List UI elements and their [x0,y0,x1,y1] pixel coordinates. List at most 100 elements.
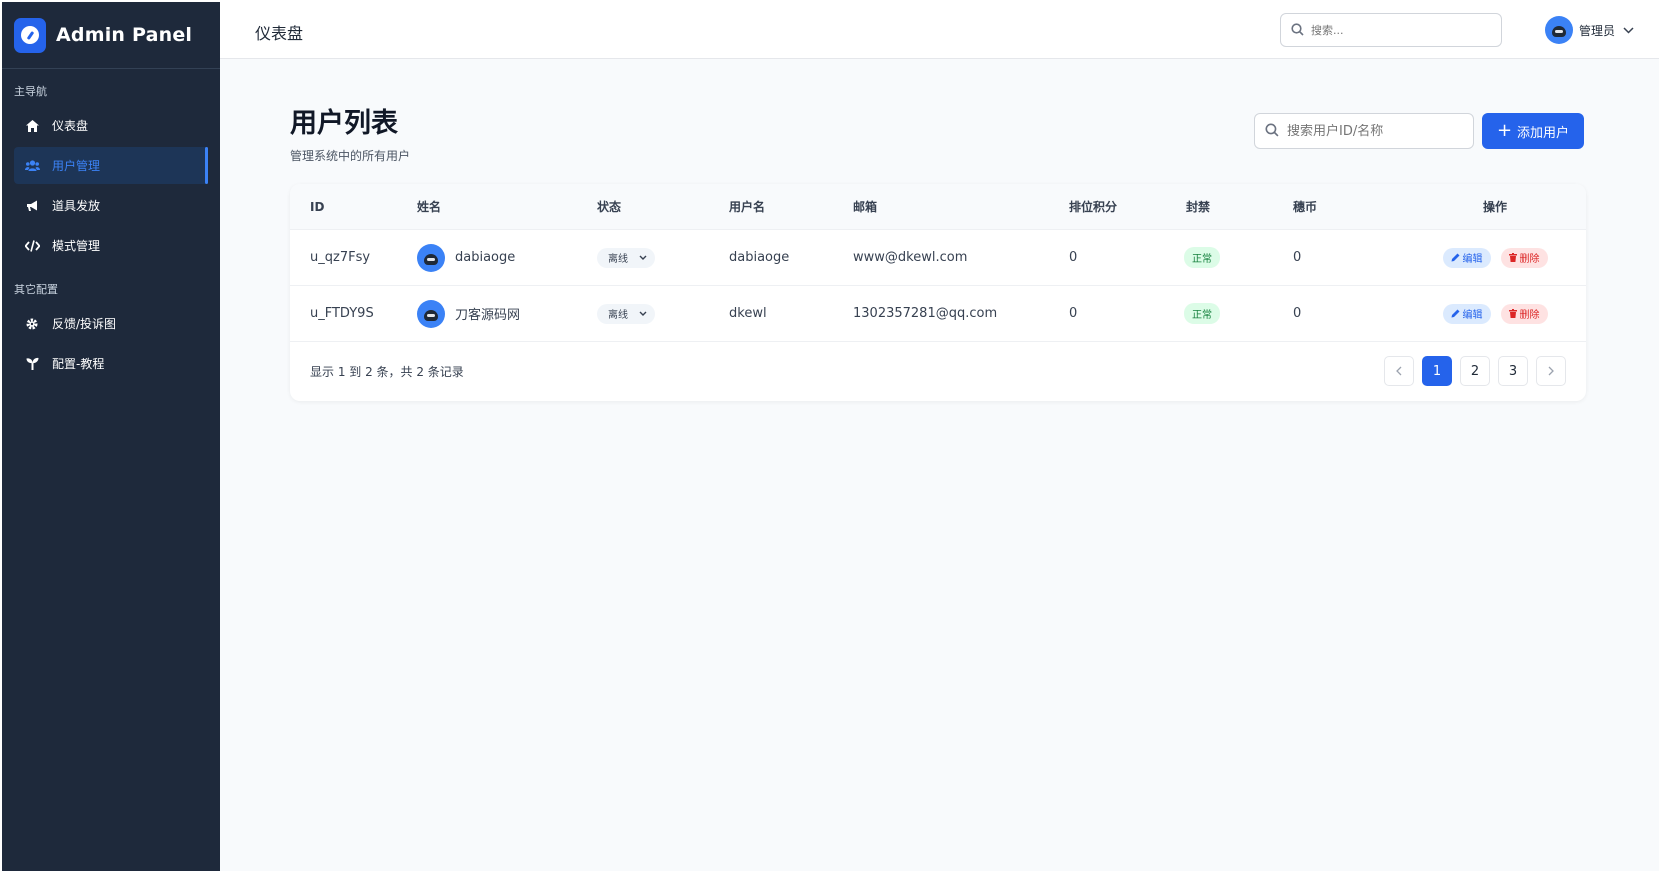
sidebar-item-label: 配置-教程 [52,357,105,371]
sidebar-item-modes[interactable]: 模式管理 [14,227,208,264]
delete-label: 删除 [1519,310,1540,321]
column-header[interactable]: 封禁 [1186,184,1293,229]
status-value: 离线 [608,310,628,321]
prev-page-button[interactable] [1384,356,1414,386]
brand-title: Admin Panel [56,24,193,46]
rank-score: 0 [1069,306,1078,321]
status-value: 离线 [608,254,628,265]
column-header[interactable]: ID [290,184,417,229]
avatar [417,243,445,272]
page-subtitle: 管理系统中的所有用户 [290,149,411,163]
column-header[interactable]: 穗币 [1293,184,1405,229]
pencil-icon [1451,253,1459,262]
sidebar-item-feedback[interactable]: 反馈/投诉图 [14,305,208,342]
pencil-icon [1451,309,1459,318]
topbar-title: 仪表盘 [255,24,304,43]
add-user-button[interactable]: + 添加用户 [1482,113,1584,149]
edit-label: 编辑 [1462,310,1483,321]
column-header[interactable]: 用户名 [729,184,853,229]
actions-cell: 编辑 删除 [1405,230,1585,285]
column-header[interactable]: 状态 [597,184,729,229]
user-id: u_FTDY9S [310,306,374,321]
delete-label: 删除 [1519,254,1540,265]
chevron-down-icon [639,308,647,319]
chevron-right-icon [1548,366,1554,376]
status-cell: 离线 [597,286,729,341]
chevron-left-icon [1396,366,1402,376]
brand[interactable]: Admin Panel [2,2,220,69]
avatar [1545,16,1573,44]
coin-balance: 0 [1293,306,1302,321]
sidebar-item-config[interactable]: 配置-教程 [14,345,208,382]
column-header: 操作 [1482,200,1507,214]
chevron-down-icon [639,252,647,263]
username: dkewl [729,306,767,321]
status-select[interactable]: 离线 [597,247,655,268]
gear-icon [24,316,40,332]
top-search-input[interactable] [1311,23,1481,37]
sidebar-item-users[interactable]: 用户管理 [14,147,208,184]
record-summary: 显示 1 到 2 条，共 2 条记录 [310,364,464,379]
add-user-label: 添加用户 [1517,125,1570,141]
user-search-input[interactable] [1287,123,1457,139]
pagination: 1 2 3 [1384,356,1566,386]
status-badge: 正常 [1184,303,1220,324]
page-button[interactable]: 1 [1422,356,1452,386]
users-icon [24,158,40,174]
table-row: u_qz7Fsy dabiaoge 离线 dabiaoge www@dkewl.… [290,230,1586,286]
seedling-icon [24,356,40,372]
status-badge: 正常 [1184,247,1220,268]
rank-score: 0 [1069,250,1078,265]
status-select[interactable]: 离线 [597,303,655,324]
search-icon [1265,122,1279,141]
sidebar-item-label: 反馈/投诉图 [52,317,117,331]
user-menu[interactable]: 管理员 [1545,16,1634,44]
sidebar-item-label: 用户管理 [52,159,101,173]
user-display-name: dabiaoge [455,250,516,265]
delete-button[interactable]: 删除 [1500,303,1548,324]
user-name: 管理员 [1579,23,1616,38]
user-name-cell: 刀客源码网 [417,286,597,341]
megaphone-icon [24,198,40,214]
coin-balance: 0 [1293,250,1302,265]
sidebar-item-items[interactable]: 道具发放 [14,187,208,224]
user-id: u_qz7Fsy [310,250,371,265]
home-icon [24,118,40,134]
page-button[interactable]: 2 [1460,356,1490,386]
edit-label: 编辑 [1462,254,1483,265]
top-search-box[interactable] [1280,13,1502,47]
edit-button[interactable]: 编辑 [1442,247,1491,268]
user-search-box[interactable] [1254,113,1474,149]
topbar: 仪表盘 管理员 [220,2,1659,59]
table-header: ID 姓名 状态 用户名 邮箱 排位积分 封禁 穗币 操作 [290,184,1586,230]
column-header[interactable]: 姓名 [417,184,597,229]
code-icon [24,238,40,254]
actions-cell: 编辑 删除 [1405,286,1585,341]
sidebar-item-dashboard[interactable]: 仪表盘 [14,107,208,144]
user-name-cell: dabiaoge [417,230,597,285]
page-button[interactable]: 3 [1498,356,1528,386]
trash-icon [1508,309,1517,318]
user-display-name: 刀客源码网 [455,308,521,323]
sidebar-item-label: 仪表盘 [52,119,89,133]
column-header[interactable]: 邮箱 [853,184,1069,229]
sidebar-item-label: 道具发放 [52,199,101,213]
compass-icon [14,17,46,53]
ban-cell: 正常 [1184,230,1293,285]
delete-button[interactable]: 删除 [1500,247,1548,268]
column-header[interactable]: 排位积分 [1069,184,1186,229]
status-cell: 离线 [597,230,729,285]
edit-button[interactable]: 编辑 [1442,303,1491,324]
ban-cell: 正常 [1184,286,1293,341]
sidebar: Admin Panel 主导航 仪表盘 用户管理 道具发放 模式管理 其它配置 … [2,2,220,871]
email: 1302357281@qq.com [853,306,998,321]
main-content: 用户列表 管理系统中的所有用户 + 添加用户 ID 姓名 状态 用户名 邮箱 排… [220,59,1659,871]
nav-section-title: 其它配置 [14,283,58,296]
table-footer: 显示 1 到 2 条，共 2 条记录 1 2 3 [290,342,1586,400]
nav-section-title: 主导航 [14,85,47,98]
search-icon [1291,21,1304,40]
table-row: u_FTDY9S 刀客源码网 离线 dkewl 1302357281@qq.co… [290,286,1586,342]
user-table-card: ID 姓名 状态 用户名 邮箱 排位积分 封禁 穗币 操作 u_qz7Fsy d… [290,184,1586,401]
avatar [417,299,445,328]
next-page-button[interactable] [1536,356,1566,386]
